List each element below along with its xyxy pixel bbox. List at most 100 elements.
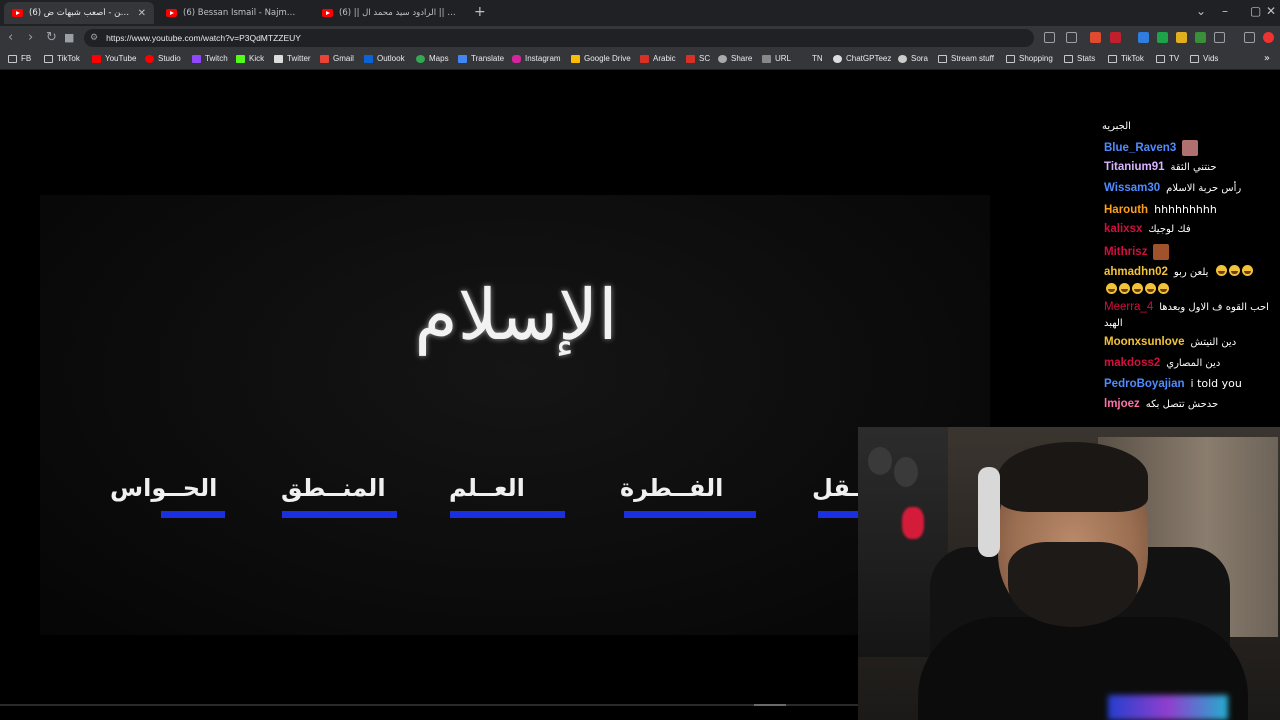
close-tab-icon[interactable]: ✕ xyxy=(138,8,146,19)
chat-message: Harouth hhhhhhhhh xyxy=(1104,203,1217,216)
chat-message: lmjoez حدحش تتصل بكه xyxy=(1104,398,1218,410)
bookmark-item[interactable]: Outlook xyxy=(364,54,405,63)
bookmark-item[interactable]: Gmail xyxy=(320,54,354,63)
bookmark-item[interactable]: Studio xyxy=(145,54,181,63)
bookmarks-bar: FB TikTok YouTube Studio Twitch Kick Twi… xyxy=(0,50,1280,70)
tab-active[interactable]: (6) دين و طين - أصعب شبهات ض ✕ xyxy=(4,2,154,24)
tab-search-icon[interactable]: ⌄ xyxy=(1196,4,1206,18)
extension-icon[interactable] xyxy=(1157,32,1168,43)
bookmark-icon[interactable]: ■ xyxy=(64,31,74,44)
folder-icon xyxy=(1190,54,1199,63)
figure-decoration xyxy=(894,457,918,487)
word-underline xyxy=(282,511,397,518)
url-icon xyxy=(762,54,771,63)
bookmark-item[interactable]: TikTok xyxy=(44,54,80,63)
chat-text-continued: الهبد xyxy=(1104,318,1123,329)
folder-icon xyxy=(44,54,53,63)
bookmark-item[interactable]: TN xyxy=(812,54,823,63)
laughing-emoji-icon xyxy=(1214,265,1254,279)
bookmark-item[interactable]: TV xyxy=(1156,54,1179,63)
chat-username: Titanium91 xyxy=(1104,161,1165,173)
figure-decoration xyxy=(868,447,892,475)
extension-icon[interactable] xyxy=(1110,32,1121,43)
bookmark-item[interactable]: Kick xyxy=(236,54,264,63)
youtube-icon xyxy=(12,9,23,17)
close-window-button[interactable]: ✕ xyxy=(1266,4,1276,18)
bookmark-item[interactable]: Twitch xyxy=(192,54,228,63)
bookmark-item[interactable]: Twitter xyxy=(274,54,311,63)
bookmark-item[interactable]: URL xyxy=(762,54,791,63)
url-text: https://www.youtube.com/watch?v=P3QdMTZZ… xyxy=(106,33,301,43)
more-bookmarks-icon[interactable]: » xyxy=(1264,53,1270,64)
chat-message: makdoss2 دين المصاري xyxy=(1104,357,1220,369)
chat-username: Harouth xyxy=(1104,203,1149,216)
back-icon[interactable]: ‹ xyxy=(8,30,13,45)
chat-text: يلعن ربو xyxy=(1173,266,1209,278)
tab-title: (6) Bessan Ismail - Najma (Official M xyxy=(183,8,300,18)
chat-message: ahmadhn02 يلعن ربو xyxy=(1104,265,1254,279)
chat-username: Blue_Raven3 xyxy=(1104,142,1177,154)
chat-username: lmjoez xyxy=(1104,398,1140,410)
progress-scrubber[interactable] xyxy=(754,704,786,706)
chat-username: ahmadhn02 xyxy=(1104,266,1168,278)
site-info-icon[interactable]: ⚙ xyxy=(90,33,98,43)
bookmark-item[interactable]: SC xyxy=(686,54,710,63)
forward-icon[interactable]: › xyxy=(28,30,33,45)
chat-text: احب القوه ف الاول وبعدها xyxy=(1159,301,1269,313)
chat-message-continued xyxy=(1104,283,1169,297)
tab[interactable]: (6) || موعود الك || الرادود سيد محمد ال xyxy=(314,2,469,24)
brave-icon[interactable] xyxy=(1090,32,1101,43)
chat-message: Moonxsunlove دين النيتش xyxy=(1104,336,1236,348)
bookmark-item[interactable]: FB xyxy=(8,54,31,63)
drive-icon xyxy=(571,54,580,63)
bookmark-item[interactable]: Stats xyxy=(1064,54,1095,63)
bookmark-item[interactable]: Share xyxy=(718,54,752,63)
address-bar[interactable]: ⚙ https://www.youtube.com/watch?v=P3QdMT… xyxy=(84,29,1034,47)
media-icon[interactable] xyxy=(1244,32,1255,43)
word-underline xyxy=(450,511,565,518)
profile-icon[interactable] xyxy=(1263,32,1274,43)
bookmark-item[interactable]: Shopping xyxy=(1006,54,1053,63)
reload-icon[interactable]: ↻ xyxy=(46,30,57,45)
rgb-light xyxy=(1108,695,1228,720)
red-light xyxy=(902,507,924,539)
new-tab-button[interactable]: + xyxy=(474,4,486,20)
chat-username: makdoss2 xyxy=(1104,357,1161,369)
chat-username: Moonxsunlove xyxy=(1104,336,1185,348)
chat-message: Mithrisz xyxy=(1104,244,1170,260)
youtube-icon xyxy=(166,9,177,17)
bookmark-item[interactable]: Arabic xyxy=(640,54,676,63)
chat-message: Blue_Raven3 xyxy=(1104,140,1199,156)
bookmark-item[interactable]: ChatGPTeez xyxy=(833,54,891,63)
studio-icon xyxy=(145,54,154,63)
bookmark-item[interactable]: Instagram xyxy=(512,54,561,63)
bookmark-item[interactable]: Maps xyxy=(416,54,449,63)
folder-icon xyxy=(1108,54,1117,63)
tab[interactable]: (6) Bessan Ismail - Najma (Official M xyxy=(158,2,308,24)
extension-icon[interactable] xyxy=(1138,32,1149,43)
extensions-icon[interactable] xyxy=(1214,32,1225,43)
translate-icon xyxy=(458,54,467,63)
sc-icon xyxy=(686,54,695,63)
chat-message: Wissam30 رأس حربة الاسلام xyxy=(1104,182,1241,194)
bookmark-item[interactable]: Google Drive xyxy=(571,54,631,63)
bookmark-item[interactable]: Translate xyxy=(458,54,504,63)
share-icon[interactable] xyxy=(1066,32,1077,43)
minimize-button[interactable]: – xyxy=(1222,4,1228,18)
bookmark-item[interactable]: Vids xyxy=(1190,54,1218,63)
bookmark-item[interactable]: Stream stuff xyxy=(938,54,994,63)
bookmark-item[interactable]: YouTube xyxy=(92,54,136,63)
maximize-button[interactable]: ▢ xyxy=(1250,4,1261,18)
twitter-icon xyxy=(274,54,283,63)
person-hair xyxy=(998,442,1148,512)
chatgpt-icon xyxy=(833,54,842,63)
cast-icon[interactable] xyxy=(1044,32,1055,43)
kick-icon xyxy=(236,54,245,63)
extension-icon[interactable] xyxy=(1195,32,1206,43)
bookmark-item[interactable]: Sora xyxy=(898,54,928,63)
chat-text: دين النيتش xyxy=(1190,336,1237,348)
chat-username: kalixsx xyxy=(1104,223,1143,235)
chat-text: حدحش تتصل بكه xyxy=(1145,398,1219,410)
bookmark-item[interactable]: TikTok xyxy=(1108,54,1144,63)
extension-icon[interactable] xyxy=(1176,32,1187,43)
